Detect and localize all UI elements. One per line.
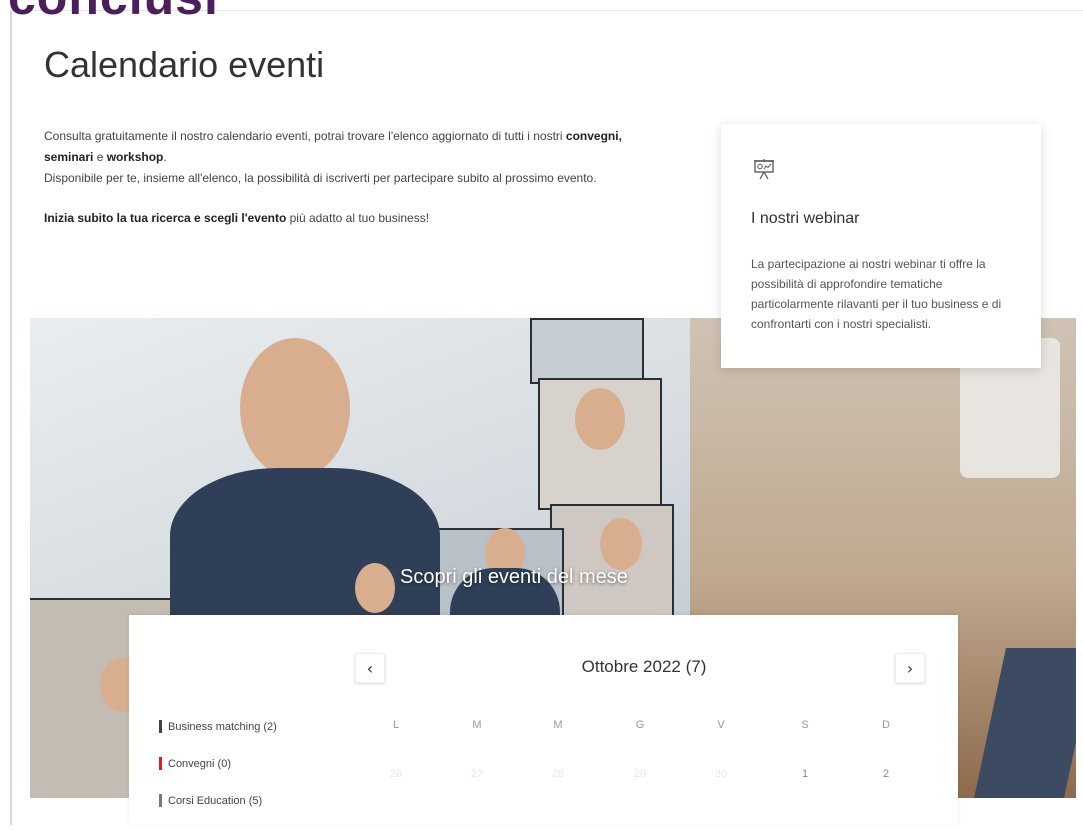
category-legend: Business matching (2) Convegni (0) Corsi… — [159, 719, 277, 830]
category-color-marker — [159, 757, 162, 770]
webinar-card[interactable]: I nostri webinar La partecipazione ai no… — [721, 124, 1041, 368]
calendar-day: 28 — [551, 768, 565, 780]
chevron-left-icon: ‹ — [366, 658, 374, 678]
category-business-matching[interactable]: Business matching (2) — [159, 719, 277, 734]
hero-caption: Scopri gli eventi del mese — [400, 566, 628, 588]
category-color-marker — [159, 720, 162, 733]
category-color-marker — [159, 794, 162, 807]
calendar-day: 29 — [633, 768, 647, 780]
calendar-day: 27 — [470, 768, 484, 780]
category-label: Convegni (0) — [168, 757, 231, 770]
intro-paragraph-2: Disponibile per te, insieme all'elenco, … — [44, 171, 597, 185]
weekday-tuesday: M — [472, 719, 482, 731]
category-label: Business matching (2) — [168, 720, 277, 733]
calendar-day: 26 — [389, 768, 403, 780]
intro-paragraph-3: Inizia subito la tua ricerca e scegli l'… — [44, 211, 430, 225]
category-convegni[interactable]: Convegni (0) — [159, 756, 277, 771]
chevron-right-icon: › — [906, 658, 914, 678]
category-corsi-education[interactable]: Corsi Education (5) — [159, 793, 277, 808]
weekday-monday: L — [392, 719, 400, 731]
weekday-friday: V — [717, 719, 725, 731]
category-label: Corsi Education (5) — [168, 794, 263, 807]
next-month-button[interactable]: › — [895, 653, 925, 683]
intro-paragraph-1: Consulta gratuitamente il nostro calenda… — [44, 129, 622, 164]
webinar-title: I nostri webinar — [751, 210, 860, 227]
intro-bold-workshop: workshop — [106, 150, 164, 164]
month-title: Ottobre 2022 (7) — [581, 657, 707, 676]
weekday-wednesday: M — [553, 719, 563, 731]
calendar-day[interactable]: 1 — [790, 768, 820, 780]
intro-cta-bold: Inizia subito la tua ricerca e scegli l'… — [44, 211, 287, 225]
overlay-caption: conclusi — [8, 0, 219, 22]
intro-text: Consulta gratuitamente il nostro calenda… — [44, 126, 634, 229]
prev-month-button[interactable]: ‹ — [355, 653, 385, 683]
calendar-day[interactable]: 2 — [871, 768, 901, 780]
event-calendar: ‹ Ottobre 2022 (7) › Business matching (… — [129, 615, 958, 825]
presentation-board-icon — [754, 159, 774, 180]
webinar-description: La partecipazione ai nostri webinar ti o… — [751, 257, 1002, 331]
weekday-sunday: D — [882, 719, 890, 731]
weekday-thursday: G — [635, 719, 645, 731]
weekday-saturday: S — [801, 719, 809, 731]
page-title: Calendario eventi — [44, 44, 325, 85]
calendar-day: 30 — [714, 768, 728, 780]
